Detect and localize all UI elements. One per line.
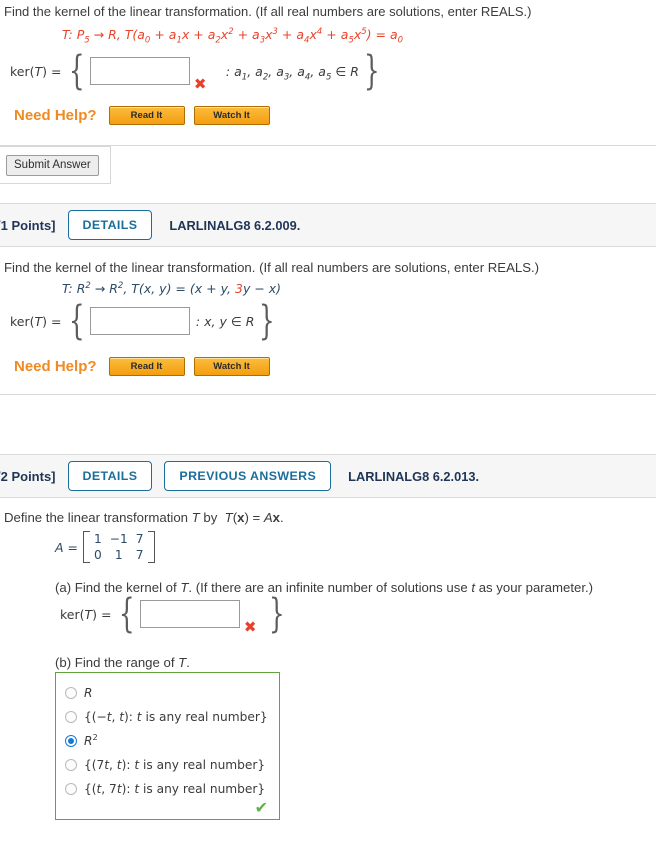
range-option-3[interactable]: {(7t, t): t is any real number}: [65, 753, 270, 777]
incorrect-icon: ✖: [193, 75, 207, 94]
problem3-answer-input[interactable]: [139, 600, 240, 629]
correct-icon: ✔: [254, 798, 268, 817]
matrix-cell: 7: [135, 548, 144, 562]
divider-2: [0, 394, 656, 395]
need-help-label: Need Help?: [14, 107, 97, 124]
problem3-ker-label: ker(T) =: [60, 606, 112, 622]
problem3-points: /2 Points]: [0, 468, 56, 484]
left-brace: {: [69, 298, 86, 344]
read-it-button[interactable]: Read It: [108, 106, 185, 125]
submit-answer-button[interactable]: Submit Answer: [6, 154, 99, 176]
radio-icon[interactable]: [65, 783, 77, 795]
matrix-cell: −1: [109, 532, 128, 546]
problem3-question-code: LARLINALG8 6.2.013.: [348, 468, 480, 484]
matrix-cell: 0: [94, 548, 102, 562]
problem1-kernel-row: ker(T) = { ✖ : a1, a2, a3, a4, a5 ∈ R }: [10, 48, 384, 94]
problem2-ker-label: ker(T) =: [10, 313, 62, 329]
problem2-prompt: Find the kernel of the linear transforma…: [4, 260, 540, 275]
problem1-condition: : a1, a2, a3, a4, a5 ∈ R: [225, 63, 359, 83]
watch-it-button[interactable]: Watch It: [193, 106, 270, 125]
problem1-prompt: Find the kernel of the linear transforma…: [4, 4, 532, 19]
problem3-part-b-prompt: (b) Find the range of T.: [55, 655, 190, 670]
problem2-answer-input[interactable]: [89, 307, 190, 336]
range-option-label: {(−t, t): t is any real number}: [84, 710, 268, 724]
problem3-previous-answers-button[interactable]: PREVIOUS ANSWERS: [164, 461, 332, 491]
problem1-need-help: Need Help? Read It Watch It: [14, 106, 279, 125]
problem2-header: /1 Points] DETAILS LARLINALG8 6.2.009.: [0, 203, 656, 247]
radio-icon-selected[interactable]: [65, 735, 77, 747]
problem1-transformation: T: P5 → R, T(a0 + a1x + a2x2 + a3x3 + a4…: [62, 26, 404, 46]
problem2-transformation: T: R2 → R2, T(x, y) = (x + y, 3y − x): [62, 280, 282, 296]
range-option-label: {(7t, t): t is any real number}: [84, 758, 266, 772]
radio-icon[interactable]: [65, 687, 77, 699]
problem3-part-a-prompt: (a) Find the kernel of T. (If there are …: [55, 580, 594, 595]
left-brace: {: [119, 591, 136, 637]
radio-icon[interactable]: [65, 759, 77, 771]
problem1-ker-label: ker(T) =: [10, 63, 62, 79]
matrix-row: 1 −1 7: [90, 531, 148, 547]
left-brace: {: [69, 48, 86, 94]
matrix-table: 1 −1 7 0 1 7: [90, 531, 148, 563]
matrix-cell: 7: [135, 532, 144, 546]
problem2-details-button[interactable]: DETAILS: [67, 210, 153, 240]
range-option-4[interactable]: {(t, 7t): t is any real number}: [65, 777, 270, 801]
matrix-cell: 1: [94, 532, 102, 546]
range-option-label: {(t, 7t): t is any real number}: [84, 782, 266, 796]
problem2-condition: : x, y ∈ R: [195, 313, 255, 329]
range-options-group: R {(−t, t): t is any real number} R2 {(7…: [55, 672, 280, 820]
right-brace: }: [363, 48, 380, 94]
range-option-2[interactable]: R2: [65, 729, 270, 753]
matrix-left-bracket: [83, 531, 90, 563]
problem3-prompt: Define the linear transformation T by T(…: [4, 510, 284, 525]
matrix-label: A =: [55, 539, 78, 555]
problem1-answer-input[interactable]: [89, 57, 190, 86]
range-option-label: R: [84, 686, 93, 700]
incorrect-icon: ✖: [243, 618, 257, 637]
range-option-0[interactable]: R: [65, 681, 270, 705]
matrix-cell: 1: [114, 548, 123, 562]
problem2-question-code: LARLINALG8 6.2.009.: [169, 217, 301, 233]
assignment-page: Find the kernel of the linear transforma…: [0, 0, 656, 841]
matrix-right-bracket: [147, 531, 155, 563]
problem2-points: /1 Points]: [0, 217, 56, 233]
right-brace: }: [259, 298, 276, 344]
need-help-label: Need Help?: [14, 358, 97, 375]
matrix-row: 0 1 7: [90, 547, 148, 563]
problem3-header: /2 Points] DETAILS PREVIOUS ANSWERS LARL…: [0, 454, 656, 498]
problem2-kernel-row: ker(T) = { : x, y ∈ R }: [10, 298, 280, 344]
range-option-1[interactable]: {(−t, t): t is any real number}: [65, 705, 270, 729]
range-option-label: R2: [84, 731, 98, 748]
problem2-need-help: Need Help? Read It Watch It: [14, 357, 279, 376]
radio-icon[interactable]: [65, 711, 77, 723]
read-it-button[interactable]: Read It: [108, 357, 185, 376]
matrix-a: A = 1 −1 7 0 1 7: [55, 531, 155, 563]
problem1-submit-bar: Submit Answer: [0, 146, 111, 184]
right-brace: }: [268, 591, 285, 637]
problem3-kernel-row: ker(T) = { ✖ }: [60, 591, 289, 637]
problem3-details-button[interactable]: DETAILS: [67, 461, 153, 491]
watch-it-button[interactable]: Watch It: [193, 357, 270, 376]
